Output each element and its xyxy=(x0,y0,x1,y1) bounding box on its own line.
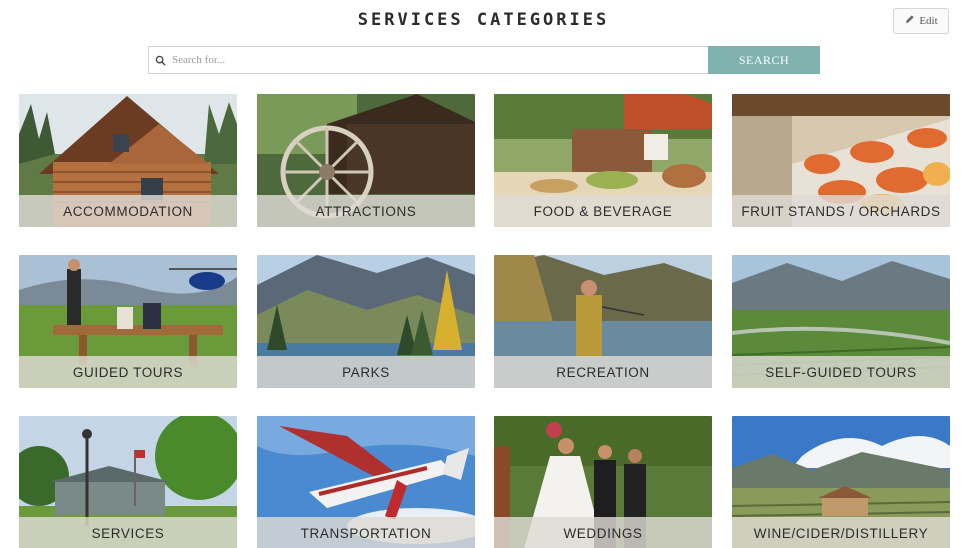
category-grid: ACCOMMODATION ATTRACTIONS FOOD & BEVERAG… xyxy=(0,0,967,548)
category-label: RECREATION xyxy=(494,356,712,388)
category-card-food-beverage[interactable]: FOOD & BEVERAGE xyxy=(494,94,712,227)
category-label: FOOD & BEVERAGE xyxy=(494,195,712,227)
category-label: WEDDINGS xyxy=(494,517,712,548)
category-label: WINE/CIDER/DISTILLERY xyxy=(732,517,950,548)
category-card-self-guided-tours[interactable]: SELF-GUIDED TOURS xyxy=(732,255,950,388)
category-label: GUIDED TOURS xyxy=(19,356,237,388)
category-card-fruit-stands[interactable]: FRUIT STANDS / ORCHARDS xyxy=(732,94,950,227)
category-label: PARKS xyxy=(257,356,475,388)
category-card-wine-cider-distillery[interactable]: WINE/CIDER/DISTILLERY xyxy=(732,416,950,548)
category-card-services[interactable]: SERVICES xyxy=(19,416,237,548)
category-label: ATTRACTIONS xyxy=(257,195,475,227)
category-label: SERVICES xyxy=(19,517,237,548)
category-card-accommodation[interactable]: ACCOMMODATION xyxy=(19,94,237,227)
category-card-weddings[interactable]: WEDDINGS xyxy=(494,416,712,548)
category-label: FRUIT STANDS / ORCHARDS xyxy=(732,195,950,227)
category-card-recreation[interactable]: RECREATION xyxy=(494,255,712,388)
category-card-parks[interactable]: PARKS xyxy=(257,255,475,388)
category-label: ACCOMMODATION xyxy=(19,195,237,227)
category-label: SELF-GUIDED TOURS xyxy=(732,356,950,388)
category-card-guided-tours[interactable]: GUIDED TOURS xyxy=(19,255,237,388)
category-card-attractions[interactable]: ATTRACTIONS xyxy=(257,94,475,227)
category-card-transportation[interactable]: TRANSPORTATION xyxy=(257,416,475,548)
category-label: TRANSPORTATION xyxy=(257,517,475,548)
